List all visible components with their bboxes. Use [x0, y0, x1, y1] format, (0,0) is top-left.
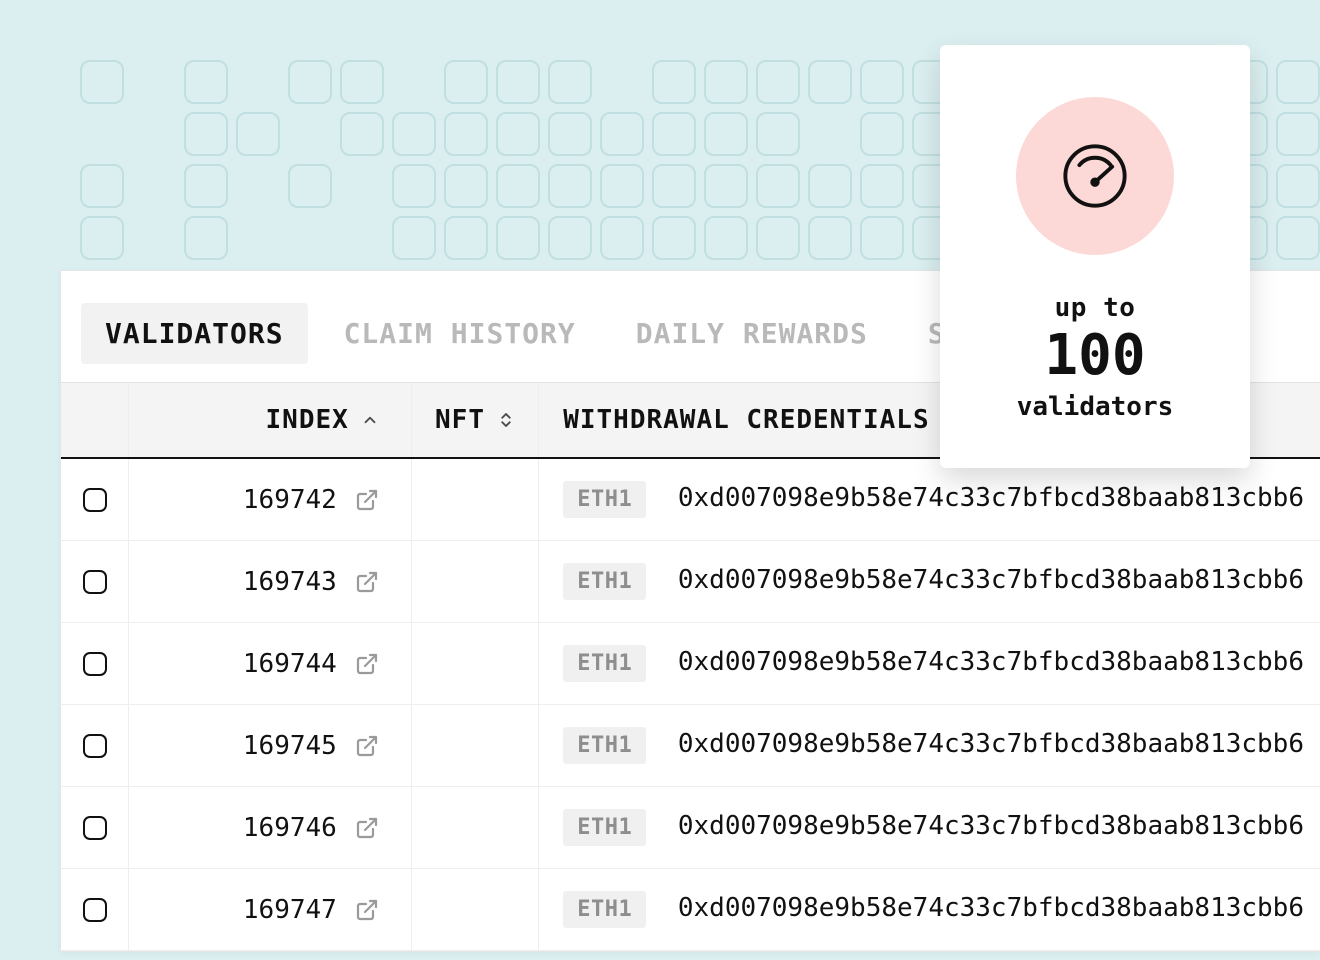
- row-checkbox[interactable]: [83, 734, 107, 758]
- external-link-icon[interactable]: [355, 734, 379, 758]
- card-line-count: 100: [960, 327, 1230, 386]
- table-row: 169742 ETH1 0xd007098e9b58e74c33c7bfbcd3…: [61, 458, 1320, 541]
- validator-index: 169742: [243, 485, 337, 515]
- validator-index: 169746: [243, 813, 337, 843]
- withdrawal-address: 0xd007098e9b58e74c33c7bfbcd38baab813cbb6: [678, 729, 1304, 759]
- credential-type-badge: ETH1: [563, 727, 646, 764]
- column-header-select: [61, 383, 129, 459]
- row-checkbox[interactable]: [83, 652, 107, 676]
- column-header-nft[interactable]: NFT: [411, 383, 538, 459]
- tab-validators[interactable]: VALIDATORS: [81, 303, 308, 364]
- row-checkbox[interactable]: [83, 898, 107, 922]
- withdrawal-address: 0xd007098e9b58e74c33c7bfbcd38baab813cbb6: [678, 647, 1304, 677]
- table-row: 169746 ETH1 0xd007098e9b58e74c33c7bfbcd3…: [61, 787, 1320, 869]
- validator-index: 169743: [243, 567, 337, 597]
- external-link-icon[interactable]: [355, 570, 379, 594]
- table-row: 169744 ETH1 0xd007098e9b58e74c33c7bfbcd3…: [61, 623, 1320, 705]
- column-header-wc-label: WITHDRAWAL CREDENTIALS: [563, 405, 929, 435]
- column-header-nft-label: NFT: [435, 405, 485, 435]
- credential-type-badge: ETH1: [563, 563, 646, 600]
- withdrawal-address: 0xd007098e9b58e74c33c7bfbcd38baab813cbb6: [678, 893, 1304, 923]
- external-link-icon[interactable]: [355, 816, 379, 840]
- validator-limit-card: up to 100 validators: [940, 45, 1250, 468]
- external-link-icon[interactable]: [355, 652, 379, 676]
- row-checkbox[interactable]: [83, 488, 107, 512]
- gauge-icon: [1016, 97, 1174, 255]
- withdrawal-address: 0xd007098e9b58e74c33c7bfbcd38baab813cbb6: [678, 483, 1304, 513]
- external-link-icon[interactable]: [355, 488, 379, 512]
- card-line-caption: validators: [960, 392, 1230, 422]
- sort-ascending-icon: [361, 411, 379, 429]
- credential-type-badge: ETH1: [563, 645, 646, 682]
- table-row: 169743 ETH1 0xd007098e9b58e74c33c7bfbcd3…: [61, 541, 1320, 623]
- validator-index: 169747: [243, 895, 337, 925]
- credential-type-badge: ETH1: [563, 809, 646, 846]
- column-header-index[interactable]: INDEX: [129, 383, 411, 459]
- row-checkbox[interactable]: [83, 816, 107, 840]
- validator-index: 169744: [243, 649, 337, 679]
- validator-index: 169745: [243, 731, 337, 761]
- row-checkbox[interactable]: [83, 570, 107, 594]
- tab-claim-history[interactable]: CLAIM HISTORY: [320, 303, 600, 364]
- table-row: 169745 ETH1 0xd007098e9b58e74c33c7bfbcd3…: [61, 705, 1320, 787]
- sort-icon: [497, 409, 515, 431]
- withdrawal-address: 0xd007098e9b58e74c33c7bfbcd38baab813cbb6: [678, 565, 1304, 595]
- external-link-icon[interactable]: [355, 898, 379, 922]
- withdrawal-address: 0xd007098e9b58e74c33c7bfbcd38baab813cbb6: [678, 811, 1304, 841]
- card-line-upto: up to: [960, 293, 1230, 323]
- column-header-index-label: INDEX: [266, 405, 349, 435]
- table-row: 169747 ETH1 0xd007098e9b58e74c33c7bfbcd3…: [61, 869, 1320, 951]
- tab-daily-rewards[interactable]: DAILY REWARDS: [612, 303, 892, 364]
- credential-type-badge: ETH1: [563, 481, 646, 518]
- credential-type-badge: ETH1: [563, 891, 646, 928]
